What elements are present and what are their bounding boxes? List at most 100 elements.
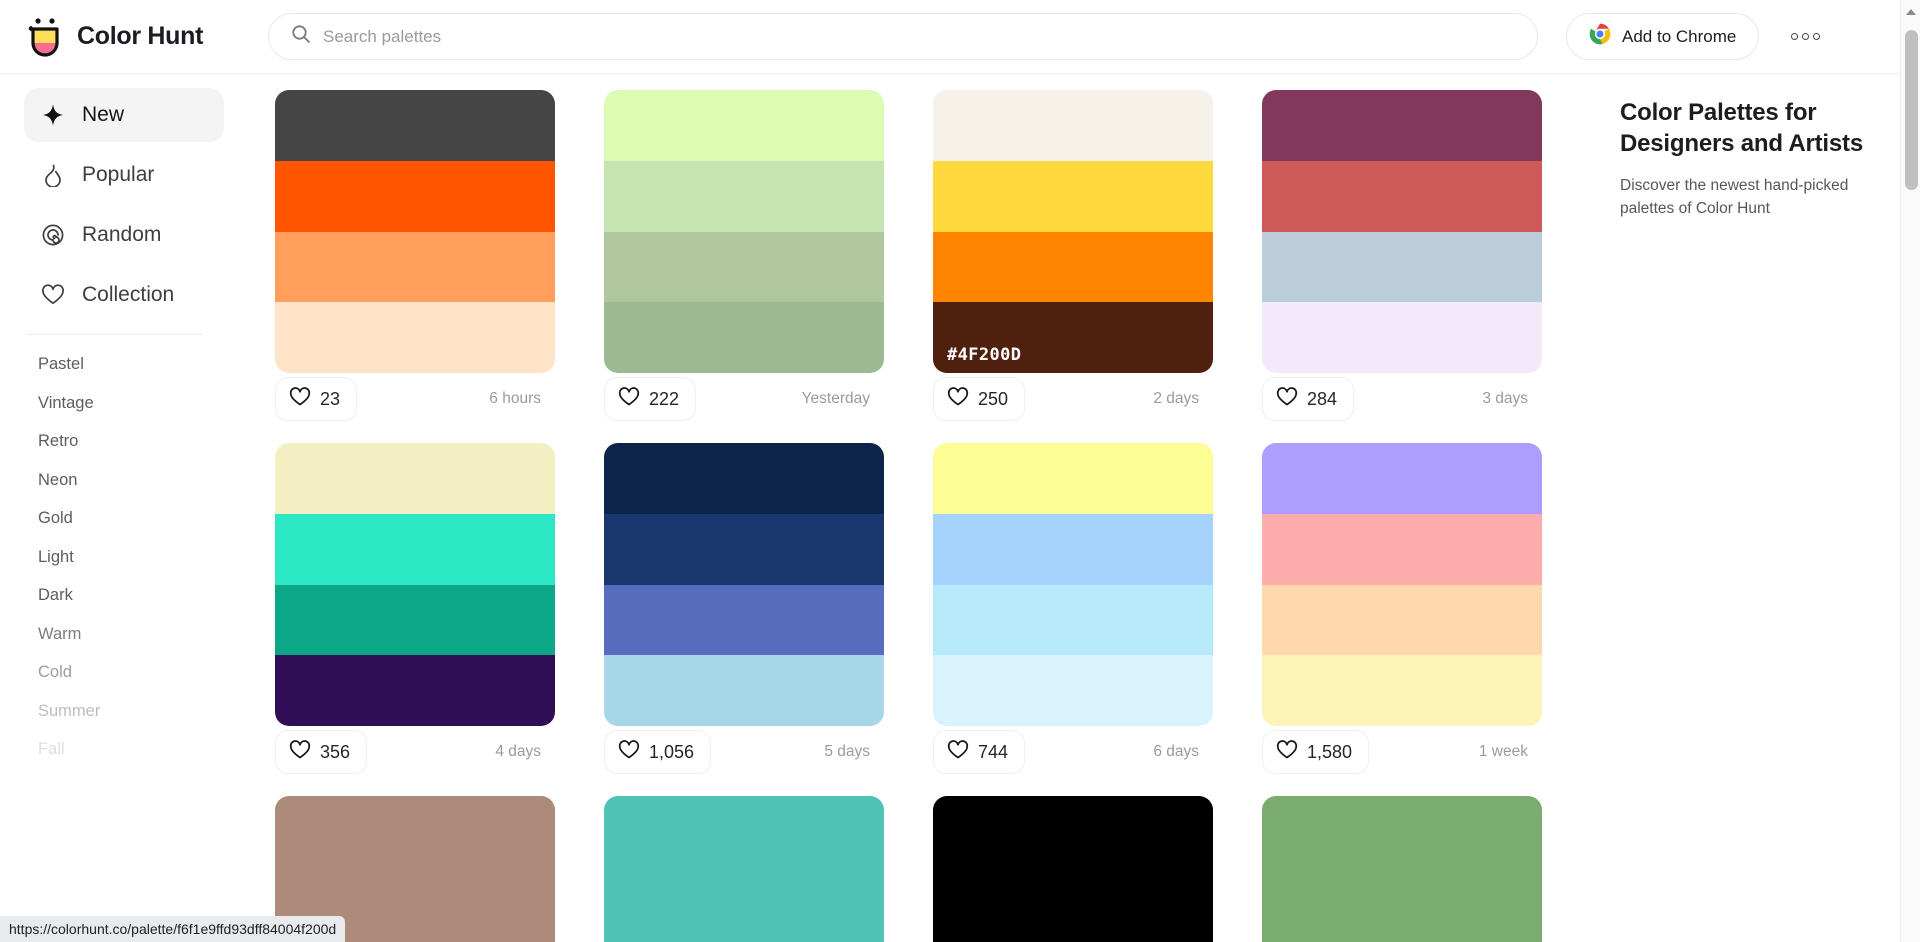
sidebar-tag-warm[interactable]: Warm — [38, 615, 230, 654]
sidebar-tag-pastel[interactable]: Pastel — [38, 345, 230, 384]
palette-swatch[interactable] — [275, 302, 555, 373]
page-scrollbar[interactable] — [1900, 0, 1920, 942]
palette-swatch[interactable] — [933, 796, 1213, 867]
palette-swatch[interactable] — [275, 90, 555, 161]
scroll-up-arrow-icon[interactable] — [1901, 2, 1920, 22]
palette-swatch[interactable] — [933, 584, 1213, 656]
palette-card[interactable]: 356 4 days — [275, 443, 555, 778]
palette-swatch[interactable] — [604, 443, 884, 514]
palette-swatches[interactable] — [275, 443, 555, 726]
like-button[interactable]: 1,056 — [604, 730, 712, 774]
palette-swatch[interactable] — [275, 443, 555, 514]
sidebar-tag-dark[interactable]: Dark — [38, 576, 230, 615]
palette-swatch[interactable] — [1262, 513, 1542, 585]
sidebar-tag-cold[interactable]: Cold — [38, 653, 230, 692]
palette-swatch[interactable] — [1262, 90, 1542, 161]
palette-swatch[interactable] — [1262, 231, 1542, 303]
palette-swatches[interactable] — [275, 90, 555, 373]
sidebar-tag-neon[interactable]: Neon — [38, 461, 230, 500]
sidebar-item-random[interactable]: Random — [24, 208, 224, 262]
page-title: Color Palettes for Designers and Artists — [1620, 99, 1863, 157]
palette-swatches[interactable] — [604, 796, 884, 942]
like-button[interactable]: 284 — [1262, 377, 1355, 421]
palette-card-meta: 356 4 days — [275, 726, 555, 778]
palette-card[interactable] — [933, 796, 1213, 942]
palette-swatch[interactable] — [933, 655, 1213, 726]
sidebar-tag-retro[interactable]: Retro — [38, 422, 230, 461]
palette-swatches[interactable]: #4F200D — [933, 90, 1213, 373]
like-button[interactable]: 744 — [933, 730, 1026, 774]
palette-swatch[interactable] — [604, 160, 884, 232]
palette-swatch[interactable] — [275, 513, 555, 585]
like-button[interactable]: 23 — [275, 377, 358, 421]
like-button[interactable]: 1,580 — [1262, 730, 1370, 774]
more-options-icon[interactable] — [1785, 23, 1826, 50]
heart-icon — [289, 386, 311, 413]
palette-swatch[interactable] — [275, 796, 555, 867]
sidebar-item-collection[interactable]: Collection — [24, 268, 224, 322]
like-button[interactable]: 356 — [275, 730, 368, 774]
palette-swatch[interactable] — [1262, 655, 1542, 726]
like-count: 284 — [1307, 388, 1338, 409]
palette-swatch[interactable] — [275, 584, 555, 656]
spiral-icon — [40, 222, 66, 248]
sidebar-tag-light[interactable]: Light — [38, 538, 230, 577]
palette-swatch[interactable] — [604, 513, 884, 585]
add-to-chrome-button[interactable]: Add to Chrome — [1566, 13, 1760, 60]
sidebar-tag-summer[interactable]: Summer — [38, 692, 230, 731]
sidebar-item-label: Collection — [82, 283, 175, 306]
palette-swatch[interactable] — [604, 302, 884, 373]
sidebar-item-popular[interactable]: Popular — [24, 148, 224, 202]
palette-swatch[interactable] — [933, 937, 1213, 942]
brand-logo-area[interactable]: Color Hunt — [0, 16, 268, 58]
palette-swatch[interactable] — [604, 866, 884, 938]
palette-swatch[interactable] — [1262, 584, 1542, 656]
palette-swatches[interactable] — [1262, 90, 1542, 373]
palette-swatch[interactable] — [604, 655, 884, 726]
palette-swatch[interactable]: #4F200D — [933, 302, 1213, 373]
sidebar-item-new[interactable]: New — [24, 88, 224, 142]
palette-swatches[interactable] — [604, 90, 884, 373]
palette-swatches[interactable] — [604, 443, 884, 726]
palette-swatch[interactable] — [1262, 796, 1542, 867]
palette-swatch[interactable] — [933, 90, 1213, 161]
palette-card[interactable]: 744 6 days — [933, 443, 1213, 778]
like-button[interactable]: 222 — [604, 377, 697, 421]
palette-swatch[interactable] — [604, 231, 884, 303]
sidebar-tag-fall[interactable]: Fall — [38, 730, 230, 769]
palette-card[interactable]: 284 3 days — [1262, 90, 1542, 425]
palette-card[interactable]: 222 Yesterday — [604, 90, 884, 425]
palette-card[interactable]: 1,056 5 days — [604, 443, 884, 778]
palette-card[interactable]: 1,580 1 week — [1262, 443, 1542, 778]
palette-swatch[interactable] — [275, 231, 555, 303]
palette-swatch[interactable] — [933, 443, 1213, 514]
palette-swatch[interactable] — [1262, 937, 1542, 942]
search-input[interactable]: Search palettes — [268, 13, 1538, 60]
palette-swatch[interactable] — [1262, 302, 1542, 373]
sidebar-tag-vintage[interactable]: Vintage — [38, 384, 230, 423]
palette-swatch[interactable] — [604, 937, 884, 942]
palette-swatch[interactable] — [275, 160, 555, 232]
palette-swatches[interactable] — [1262, 443, 1542, 726]
sidebar-tag-gold[interactable]: Gold — [38, 499, 230, 538]
palette-swatch[interactable] — [933, 231, 1213, 303]
palette-card[interactable] — [1262, 796, 1542, 942]
palette-swatch[interactable] — [933, 513, 1213, 585]
palette-swatches[interactable] — [1262, 796, 1542, 942]
palette-swatch[interactable] — [275, 655, 555, 726]
like-button[interactable]: 250 — [933, 377, 1026, 421]
palette-swatch[interactable] — [1262, 160, 1542, 232]
scrollbar-thumb[interactable] — [1905, 30, 1918, 190]
palette-swatches[interactable] — [933, 443, 1213, 726]
palette-swatch[interactable] — [604, 90, 884, 161]
palette-swatch[interactable] — [1262, 866, 1542, 938]
palette-swatch[interactable] — [1262, 443, 1542, 514]
palette-swatch[interactable] — [604, 796, 884, 867]
palette-swatch[interactable] — [933, 160, 1213, 232]
palette-swatch[interactable] — [933, 866, 1213, 938]
palette-card[interactable]: 23 6 hours — [275, 90, 555, 425]
palette-swatch[interactable] — [604, 584, 884, 656]
palette-swatches[interactable] — [933, 796, 1213, 942]
palette-card[interactable]: #4F200D 250 2 days — [933, 90, 1213, 425]
palette-card[interactable] — [604, 796, 884, 942]
